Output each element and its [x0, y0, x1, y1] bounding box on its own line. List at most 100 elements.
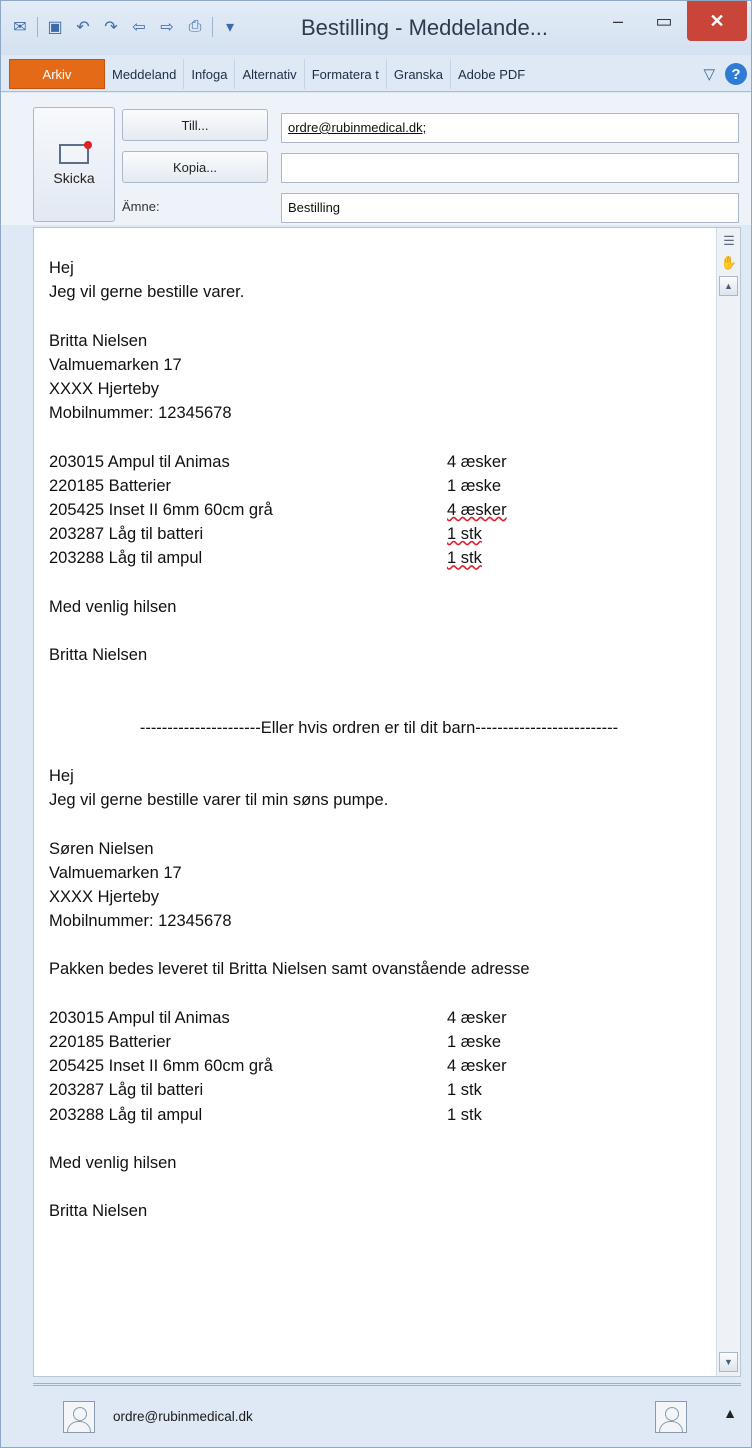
- section-divider: ----------------------Eller hvis ordren …: [139, 718, 619, 737]
- order-item: 220185 Batterier 1 æske: [49, 1030, 709, 1054]
- message-window: ✉ ▣ ↶ ↷ ⇦ ⇨ ⎙ ▾ Bestilling - Meddelande.…: [0, 0, 752, 1448]
- to-field[interactable]: ordre@rubinmedical.dk;: [281, 113, 739, 143]
- redo-icon[interactable]: ↷: [100, 16, 122, 38]
- send-button-label: Skicka: [53, 169, 95, 186]
- item-description: 203287 Låg til batteri: [49, 1081, 204, 1100]
- order-item: 203288 Låg til ampul 1 stk: [49, 1103, 709, 1127]
- vertical-scrollbar[interactable]: ☰ ✋ ▲ ▼: [716, 228, 740, 1376]
- save-icon[interactable]: ▣: [44, 16, 66, 38]
- send-button[interactable]: Skicka: [33, 107, 115, 222]
- expand-ribbon-icon[interactable]: ▽: [703, 65, 715, 83]
- message-body[interactable]: ☰ ✋ ▲ ▼ Hej Jeg vil gerne bestille varer…: [33, 227, 741, 1377]
- hand-icon[interactable]: ✋: [720, 254, 738, 272]
- people-pane-email[interactable]: ordre@rubinmedical.dk: [113, 1409, 253, 1424]
- item-description: 203015 Ampul til Animas: [49, 1008, 230, 1027]
- people-pane: ordre@rubinmedical.dk ▲: [1, 1391, 751, 1447]
- closing: Med venlig hilsen: [49, 1153, 177, 1172]
- ribbon-right-controls: ▽ ?: [703, 59, 751, 89]
- outlook-icon[interactable]: ✉: [9, 16, 31, 38]
- item-description: 220185 Batterier: [49, 476, 172, 495]
- order-item: 205425 Inset II 6mm 60cm grå 4 æsker: [49, 1054, 709, 1078]
- city: XXXX Hjerteby: [49, 887, 160, 906]
- scroll-down-icon[interactable]: ▼: [719, 1352, 738, 1372]
- order-item: 220185 Batterier 1 æske: [49, 474, 709, 498]
- item-quantity: 1 stk: [447, 525, 482, 544]
- item-description: 203015 Ampul til Animas: [49, 452, 230, 471]
- order-item: 203015 Ampul til Animas 4 æsker: [49, 450, 709, 474]
- tab-granska[interactable]: Granska: [385, 59, 450, 89]
- previous-icon[interactable]: ⇦: [128, 16, 150, 38]
- item-description: 203287 Låg til batteri: [49, 525, 204, 544]
- greeting: Hej: [49, 766, 74, 785]
- undo-icon[interactable]: ↶: [72, 16, 94, 38]
- people-pane-splitter[interactable]: [33, 1383, 741, 1386]
- item-quantity: 4 æsker: [447, 452, 507, 471]
- quick-access-toolbar: ✉ ▣ ↶ ↷ ⇦ ⇨ ⎙ ▾: [9, 13, 241, 41]
- order-item: 203287 Låg til batteri 1 stk: [49, 1078, 709, 1102]
- minimize-icon[interactable]: –: [595, 1, 641, 41]
- maximize-icon[interactable]: ▭: [641, 1, 687, 41]
- tab-formatera-text[interactable]: Formatera t: [303, 59, 386, 89]
- cc-field[interactable]: [281, 153, 739, 183]
- order-item: 203288 Låg til ampul 1 stk: [49, 546, 709, 570]
- order-item: 205425 Inset II 6mm 60cm grå 4 æsker: [49, 498, 709, 522]
- item-quantity: 1 stk: [447, 549, 482, 568]
- window-controls: – ▭ ✕: [595, 1, 747, 41]
- child-name: Søren Nielsen: [49, 839, 154, 858]
- phone: Mobilnummer: 12345678: [49, 912, 232, 931]
- print-icon[interactable]: ⎙: [184, 16, 206, 38]
- intro-text: Jeg vil gerne bestille varer.: [49, 283, 245, 302]
- closing: Med venlig hilsen: [49, 597, 177, 616]
- cc-button[interactable]: Kopia...: [122, 151, 268, 183]
- next-icon[interactable]: ⇨: [156, 16, 178, 38]
- item-quantity: 4 æsker: [447, 1008, 507, 1027]
- item-description: 203288 Låg til ampul: [49, 1105, 203, 1124]
- sender-name: Britta Nielsen: [49, 331, 148, 350]
- to-button[interactable]: Till...: [122, 109, 268, 141]
- ribbon-tabs: Arkiv Meddeland Infoga Alternativ Format…: [9, 59, 751, 89]
- street: Valmuemarken 17: [49, 355, 182, 374]
- item-quantity: 4 æsker: [447, 500, 507, 519]
- subject-field[interactable]: Bestilling: [281, 193, 739, 223]
- ruler-icon[interactable]: ☰: [720, 232, 738, 250]
- send-envelope-icon: [59, 140, 92, 164]
- qat-separator: [37, 17, 38, 37]
- tab-arkiv[interactable]: Arkiv: [9, 59, 105, 89]
- delivery-note: Pakken bedes leveret til Britta Nielsen …: [49, 960, 530, 979]
- item-description: 205425 Inset II 6mm 60cm grå: [49, 1057, 273, 1076]
- window-title: Bestilling - Meddelande...: [301, 15, 549, 40]
- avatar[interactable]: [63, 1401, 95, 1433]
- help-icon[interactable]: ?: [725, 63, 747, 85]
- street: Valmuemarken 17: [49, 863, 182, 882]
- title-bar: ✉ ▣ ↶ ↷ ⇦ ⇨ ⎙ ▾ Bestilling - Meddelande.…: [1, 1, 751, 55]
- item-quantity: 1 stk: [447, 1105, 482, 1124]
- qat-separator: [212, 17, 213, 37]
- item-quantity: 1 æske: [447, 476, 502, 495]
- close-icon[interactable]: ✕: [687, 1, 747, 41]
- tab-adobe-pdf[interactable]: Adobe PDF: [450, 59, 532, 89]
- tab-alternativ[interactable]: Alternativ: [234, 59, 303, 89]
- item-quantity: 1 stk: [447, 1081, 482, 1100]
- item-description: 203288 Låg til ampul: [49, 549, 203, 568]
- item-quantity: 4 æsker: [447, 1057, 507, 1076]
- customize-icon[interactable]: ▾: [219, 16, 241, 38]
- order-item: 203015 Ampul til Animas 4 æsker: [49, 1006, 709, 1030]
- signature: Britta Nielsen: [49, 1202, 148, 1221]
- item-description: 220185 Batterier: [49, 1033, 172, 1051]
- avatar[interactable]: [655, 1401, 687, 1433]
- collapse-people-pane-icon[interactable]: ▲: [723, 1405, 737, 1421]
- tab-meddelande[interactable]: Meddeland: [105, 59, 183, 89]
- scroll-up-icon[interactable]: ▲: [719, 276, 738, 296]
- tab-infoga[interactable]: Infoga: [183, 59, 234, 89]
